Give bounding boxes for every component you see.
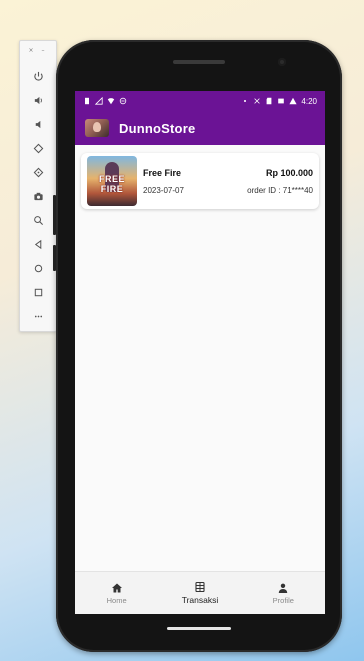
back-icon[interactable] [28,235,48,253]
transaction-card[interactable]: FREE FIRE Free Fire 2023-07-07 Rp 100.00… [81,153,319,209]
status-time: 4:20 [301,96,317,106]
camera-icon[interactable] [28,187,48,205]
phone-frame: 4:20 DunnoStore FREE FIRE Free Fire 2023… [53,40,342,652]
transaction-details: Free Fire 2023-07-07 [143,168,247,195]
receipt-icon [195,581,205,593]
transaction-list: FREE FIRE Free Fire 2023-07-07 Rp 100.00… [75,145,325,217]
status-icons-left [83,97,127,105]
front-camera [278,58,286,66]
game-name: Free Fire [143,167,182,178]
dnd-icon [119,97,127,105]
status-icons-right: 4:20 [241,97,317,106]
thumbnail-logo: FREE FIRE [98,174,125,194]
transaction-amount: Rp 100.000 order ID : 71****40 [247,168,313,195]
emulator-toolbar: × – [19,40,57,332]
rotate-right-icon[interactable] [28,163,48,181]
gallery-icon [278,98,285,104]
app-title: DunnoStore [119,120,196,136]
signal-icon [95,97,103,105]
volume-down-icon[interactable] [28,115,48,133]
nav-profile[interactable]: Profile [248,582,318,605]
nav-transaksi[interactable]: Transaksi [165,581,235,605]
status-bar: 4:20 [75,91,325,111]
overview-square-icon[interactable] [28,283,48,301]
nfc-icon [254,98,261,104]
volume-rocker [53,195,56,235]
nav-home[interactable]: Home [82,582,152,605]
sd-card-icon [267,97,272,105]
more-icon[interactable] [28,307,48,325]
battery-icon [85,97,89,105]
order-id: order ID : 71****40 [247,185,313,195]
power-icon[interactable] [28,67,48,85]
nav-profile-label: Profile [272,595,294,605]
power-key [53,245,56,271]
home-icon [111,583,122,592]
app-screen: 4:20 DunnoStore FREE FIRE Free Fire 2023… [75,91,325,614]
window-controls[interactable]: × – [20,47,56,54]
app-bar: DunnoStore [75,111,325,145]
zoom-icon[interactable] [28,211,48,229]
bottom-navigation: Home Transaksi Profile [75,571,325,614]
volume-up-icon[interactable] [28,91,48,109]
game-thumbnail: FREE FIRE [87,156,137,206]
dot-icon [244,99,247,103]
transaction-price: Rp 100.000 [265,167,313,178]
alert-icon [289,97,298,105]
avatar[interactable] [85,119,109,137]
home-circle-icon[interactable] [28,259,48,277]
rotate-left-icon[interactable] [28,139,48,157]
nav-home-label: Home [106,595,127,605]
transaction-date: 2023-07-07 [143,185,184,195]
person-icon [279,583,288,593]
earpiece-speaker [173,60,225,64]
wifi-icon [107,98,115,105]
home-indicator[interactable] [167,627,231,630]
nav-transaksi-label: Transaksi [181,595,219,605]
